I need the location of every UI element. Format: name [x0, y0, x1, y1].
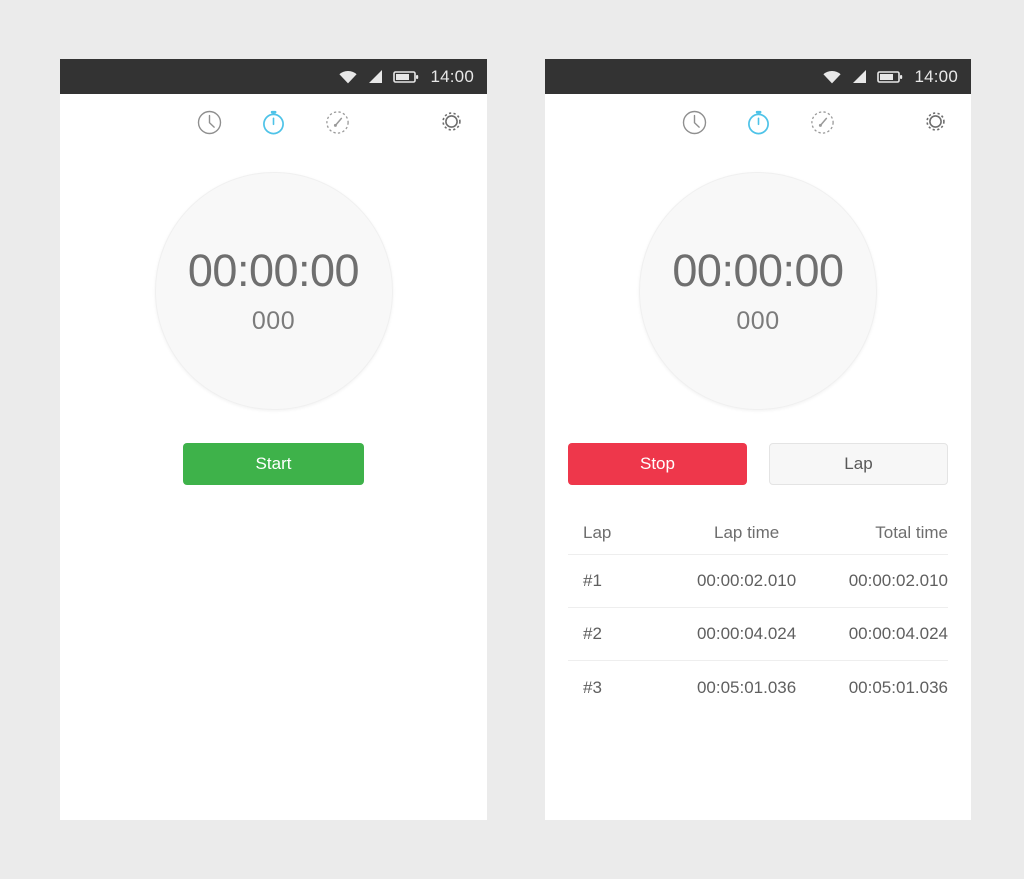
status-bar-time: 14:00: [430, 66, 474, 86]
lap-table-header: Lap Lap time Total time: [568, 511, 948, 555]
lap-number: #2: [583, 624, 602, 643]
stopwatch-dial-wrapper: 00:00:00 000: [545, 172, 971, 410]
gear-icon: [439, 109, 464, 139]
tab-stopwatch[interactable]: [741, 108, 775, 142]
status-bar-time: 14:00: [914, 66, 958, 86]
lap-time-value: 00:05:01.036: [696, 677, 797, 697]
lap-column-header: Lap: [583, 522, 612, 542]
timer-icon: [324, 109, 351, 141]
signal-icon: [851, 69, 868, 85]
settings-button[interactable]: [434, 107, 468, 141]
status-bar: 14:00: [60, 59, 487, 94]
gear-icon: [923, 109, 948, 139]
stopwatch-dial: 00:00:00 000: [154, 172, 393, 410]
screenshot-canvas: 14:00 00:00:00 000 Start 14:00 00:00:00 …: [0, 0, 1024, 879]
status-bar: 14:00: [545, 59, 971, 94]
lap-number: #1: [583, 571, 602, 590]
table-row[interactable]: #2 00:00:04.024 00:00:04.024: [568, 608, 948, 661]
stopwatch-dial: 00:00:00 000: [639, 172, 877, 410]
clock-icon: [196, 109, 223, 141]
tab-clock[interactable]: [677, 108, 711, 142]
lap-button[interactable]: Lap: [768, 443, 948, 485]
table-row[interactable]: #3 00:05:01.036 00:05:01.036: [568, 661, 948, 714]
phone-panel-running: 14:00 00:00:00 000 Stop Lap Lap Lap time…: [545, 59, 971, 820]
total-time-value: 00:00:02.010: [848, 571, 948, 590]
tab-timer[interactable]: [321, 108, 355, 142]
total-time-column-header: Total time: [875, 522, 948, 542]
stopwatch-dial-wrapper: 00:00:00 000: [60, 172, 487, 410]
tab-bar: [60, 94, 487, 156]
total-time-value: 00:05:01.036: [848, 677, 948, 697]
battery-icon: [877, 69, 903, 85]
start-button[interactable]: Start: [183, 443, 364, 485]
action-button-row: Start: [60, 443, 487, 485]
timer-icon: [809, 109, 836, 141]
tab-bar: [545, 94, 971, 156]
table-row[interactable]: #1 00:00:02.010 00:00:02.010: [568, 555, 948, 608]
tab-clock[interactable]: [193, 108, 227, 142]
stopwatch-milliseconds: 000: [736, 307, 780, 335]
lap-time-value: 00:00:04.024: [696, 624, 797, 643]
stopwatch-time: 00:00:00: [187, 245, 360, 296]
stopwatch-icon: [745, 109, 772, 141]
phone-panel-idle: 14:00 00:00:00 000 Start: [60, 59, 487, 820]
lap-time-column-header: Lap time: [713, 522, 780, 542]
wifi-icon: [822, 69, 842, 85]
action-button-row: Stop Lap: [545, 443, 971, 485]
stop-button[interactable]: Stop: [568, 443, 747, 485]
signal-icon: [367, 69, 384, 85]
stopwatch-time: 00:00:00: [672, 245, 844, 296]
lap-number: #3: [583, 677, 602, 697]
stopwatch-milliseconds: 000: [251, 307, 296, 335]
stopwatch-icon: [260, 109, 287, 141]
tab-stopwatch[interactable]: [257, 108, 291, 142]
lap-time-value: 00:00:02.010: [696, 571, 797, 590]
battery-icon: [393, 69, 419, 85]
wifi-icon: [338, 69, 358, 85]
clock-icon: [681, 109, 708, 141]
total-time-value: 00:00:04.024: [848, 624, 948, 643]
tab-timer[interactable]: [805, 108, 839, 142]
lap-table: Lap Lap time Total time #1 00:00:02.010 …: [568, 511, 948, 714]
settings-button[interactable]: [918, 107, 952, 141]
